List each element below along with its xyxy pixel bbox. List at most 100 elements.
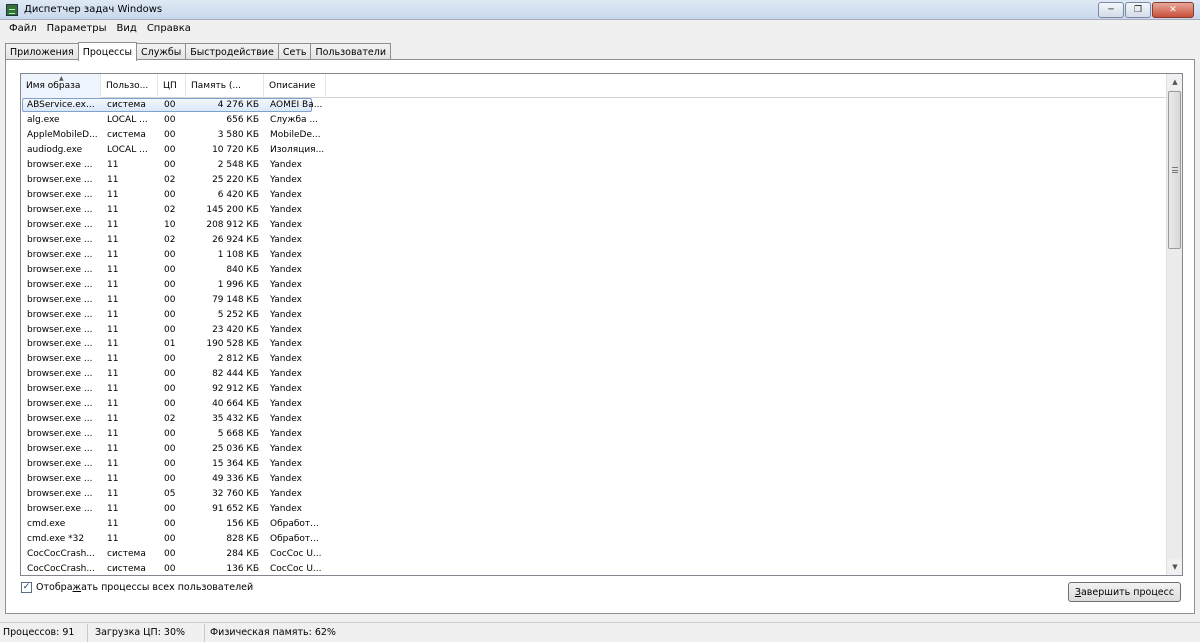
menu-help[interactable]: Справка [142, 23, 196, 34]
cell-image-name: browser.exe ... [27, 414, 93, 425]
table-row[interactable]: browser.exe ... 11 00 23 420 КБ Yandex [21, 322, 1167, 337]
cell-image-name: AppleMobileD... [27, 130, 98, 141]
show-all-users-checkbox[interactable]: ✓ [21, 582, 32, 593]
table-row[interactable]: browser.exe ... 11 00 840 КБ Yandex [21, 262, 1167, 277]
cell-image-name: browser.exe ... [27, 488, 93, 499]
table-row[interactable]: browser.exe ... 11 00 91 652 КБ Yandex [21, 501, 1167, 516]
cell-description: Yandex [270, 488, 302, 499]
cell-cpu: 02 [164, 205, 176, 216]
menu-view[interactable]: Вид [112, 23, 142, 34]
tab-services[interactable]: Службы [136, 43, 187, 60]
sort-ascending-icon: ▲ [59, 75, 64, 82]
table-row[interactable]: browser.exe ... 11 05 32 760 КБ Yandex [21, 486, 1167, 501]
title-bar[interactable]: Диспетчер задач Windows ─ ❐ ✕ [0, 0, 1200, 20]
table-row[interactable]: CocCocCrash... система 00 136 КБ CocCoc U... [21, 561, 1167, 575]
cell-description: Служба ... [270, 115, 318, 126]
table-row[interactable]: browser.exe ... 11 02 26 924 КБ Yandex [21, 232, 1167, 247]
window-controls: ─ ❐ ✕ [1098, 2, 1194, 18]
tab-users[interactable]: Пользователи [310, 43, 392, 60]
vertical-scrollbar[interactable]: ▲ ▼ [1166, 74, 1182, 575]
cell-user: LOCAL ... [107, 145, 148, 156]
cell-cpu: 00 [164, 503, 176, 514]
cell-description: Yandex [270, 205, 302, 216]
table-row[interactable]: browser.exe ... 11 00 2 548 КБ Yandex [21, 158, 1167, 173]
cell-description: Yandex [270, 369, 302, 380]
table-row[interactable]: browser.exe ... 11 00 25 036 КБ Yandex [21, 442, 1167, 457]
process-list[interactable]: ▲ Имя образа Пользо... ЦП Память (... Оп… [20, 73, 1183, 576]
table-row[interactable]: browser.exe ... 11 00 2 812 КБ Yandex [21, 352, 1167, 367]
cell-image-name: ABService.ex... [27, 100, 95, 111]
table-row[interactable]: audiodg.exe LOCAL ... 00 10 720 КБ Изоляция.… [21, 143, 1167, 158]
cell-user: 11 [107, 190, 119, 201]
minimize-button[interactable]: ─ [1098, 2, 1124, 18]
table-row[interactable]: AppleMobileD... система 00 3 580 КБ MobileDe… [21, 128, 1167, 143]
cell-user: 11 [107, 533, 119, 544]
cell-user: система [107, 563, 146, 574]
table-row[interactable]: alg.exe LOCAL ... 00 656 КБ Служба ... [21, 113, 1167, 128]
tab-applications[interactable]: Приложения [5, 43, 79, 60]
tab-performance[interactable]: Быстродействие [185, 43, 279, 60]
tab-processes[interactable]: Процессы [77, 42, 137, 61]
status-bar: Процессов: 91 Загрузка ЦП: 30% Физическа… [0, 622, 1200, 642]
table-row[interactable]: browser.exe ... 11 00 5 668 КБ Yandex [21, 427, 1167, 442]
table-row[interactable]: browser.exe ... 11 00 1 108 КБ Yandex [21, 247, 1167, 262]
table-row[interactable]: cmd.exe *32 11 00 828 КБ Обработ... [21, 531, 1167, 546]
scroll-thumb[interactable] [1168, 91, 1181, 249]
column-header-description[interactable]: Описание [264, 74, 326, 98]
table-row[interactable]: browser.exe ... 11 10 208 912 КБ Yandex [21, 218, 1167, 233]
cell-memory: 828 КБ [226, 533, 259, 544]
cell-cpu: 05 [164, 488, 176, 499]
column-header-memory[interactable]: Память (... [186, 74, 264, 98]
column-header-label: Пользо... [106, 81, 149, 91]
table-row[interactable]: browser.exe ... 11 00 5 252 КБ Yandex [21, 307, 1167, 322]
cell-user: 11 [107, 488, 119, 499]
table-row[interactable]: browser.exe ... 11 02 25 220 КБ Yandex [21, 173, 1167, 188]
table-row[interactable]: browser.exe ... 11 00 40 664 КБ Yandex [21, 397, 1167, 412]
cell-memory: 15 364 КБ [212, 458, 259, 469]
scroll-up-button[interactable]: ▲ [1167, 74, 1182, 90]
table-row[interactable]: browser.exe ... 11 00 15 364 КБ Yandex [21, 457, 1167, 472]
column-header-cpu[interactable]: ЦП [158, 74, 186, 98]
table-row[interactable]: browser.exe ... 11 00 6 420 КБ Yandex [21, 188, 1167, 203]
cell-memory: 145 200 КБ [206, 205, 259, 216]
menu-options[interactable]: Параметры [42, 23, 112, 34]
cell-user: 11 [107, 473, 119, 484]
table-row[interactable]: cmd.exe 11 00 156 КБ Обработ... [21, 516, 1167, 531]
cell-description: Yandex [270, 414, 302, 425]
cell-memory: 32 760 КБ [212, 488, 259, 499]
task-manager-icon [6, 3, 18, 16]
process-rows: ABService.ex... система 00 4 276 КБ AOMEI Ba… [21, 98, 1167, 575]
column-header-image-name[interactable]: ▲ Имя образа [21, 74, 101, 98]
column-header-user[interactable]: Пользо... [101, 74, 158, 98]
table-row[interactable]: browser.exe ... 11 00 1 996 КБ Yandex [21, 277, 1167, 292]
cell-user: 11 [107, 354, 119, 365]
cell-user: 11 [107, 294, 119, 305]
table-row[interactable]: browser.exe ... 11 00 49 336 КБ Yandex [21, 471, 1167, 486]
cell-cpu: 00 [164, 444, 176, 455]
tab-networking[interactable]: Сеть [277, 43, 312, 60]
table-row[interactable]: CocCocCrash... система 00 284 КБ CocCoc U... [21, 546, 1167, 561]
scroll-down-button[interactable]: ▼ [1167, 559, 1182, 575]
cell-memory: 840 КБ [226, 264, 259, 275]
menu-file[interactable]: Файл [4, 23, 42, 34]
cell-memory: 1 996 КБ [217, 279, 259, 290]
cell-user: 11 [107, 444, 119, 455]
table-row[interactable]: browser.exe ... 11 00 82 444 КБ Yandex [21, 367, 1167, 382]
table-row[interactable]: browser.exe ... 11 01 190 528 КБ Yandex [21, 337, 1167, 352]
table-row[interactable]: browser.exe ... 11 02 35 432 КБ Yandex [21, 412, 1167, 427]
cell-user: 11 [107, 339, 119, 350]
cell-memory: 190 528 КБ [206, 339, 259, 350]
cell-cpu: 00 [164, 294, 176, 305]
cell-cpu: 00 [164, 533, 176, 544]
table-row[interactable]: browser.exe ... 11 02 145 200 КБ Yandex [21, 203, 1167, 218]
table-row[interactable]: ABService.ex... система 00 4 276 КБ AOMEI Ba… [21, 98, 1167, 113]
restore-button[interactable]: ❐ [1125, 2, 1151, 18]
table-row[interactable]: browser.exe ... 11 00 92 912 КБ Yandex [21, 382, 1167, 397]
end-process-button[interactable]: Завершить процесс [1068, 582, 1181, 602]
table-row[interactable]: browser.exe ... 11 00 79 148 КБ Yandex [21, 292, 1167, 307]
show-all-users-option[interactable]: ✓ Отображать процессы всех пользователей [21, 582, 253, 593]
close-button[interactable]: ✕ [1152, 2, 1194, 18]
cell-cpu: 01 [164, 339, 176, 350]
cell-cpu: 00 [164, 309, 176, 320]
cell-image-name: browser.exe ... [27, 339, 93, 350]
